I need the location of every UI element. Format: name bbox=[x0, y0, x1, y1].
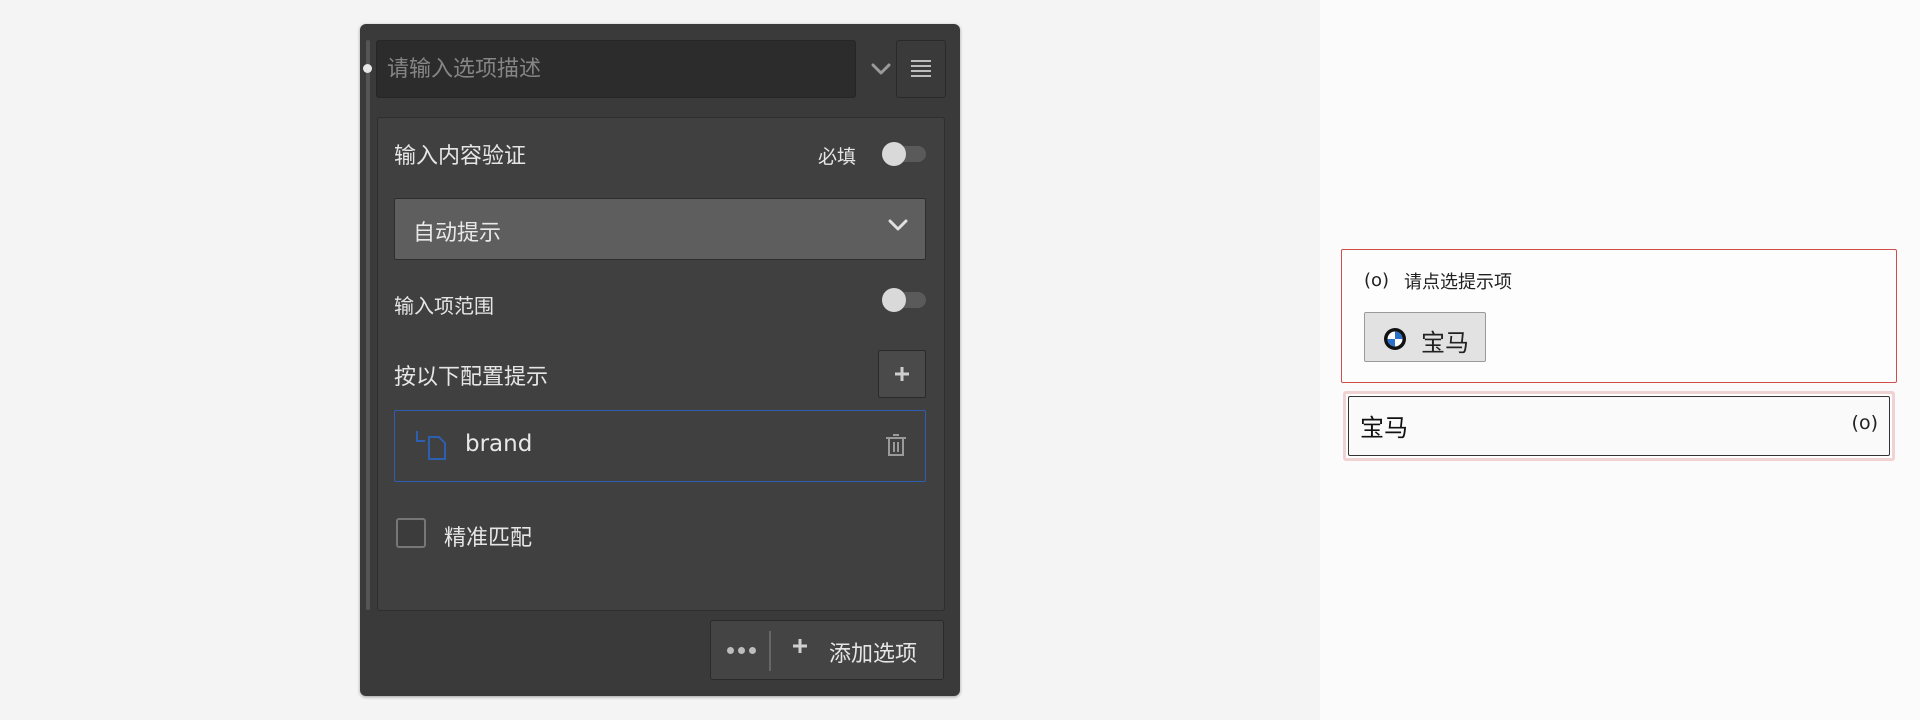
field-tree-icon bbox=[413, 429, 449, 465]
radio-hint-icon[interactable]: (o) bbox=[1852, 412, 1878, 434]
option-menu-button[interactable] bbox=[896, 40, 946, 98]
answer-field[interactable]: 宝马 (o) bbox=[1343, 391, 1895, 461]
add-option-button[interactable]: 添加选项 bbox=[710, 620, 944, 680]
rail-handle-dot[interactable] bbox=[363, 64, 372, 73]
menu-lines-icon bbox=[911, 60, 931, 77]
answer-input-frame bbox=[1348, 396, 1890, 456]
chip-label: 宝马 bbox=[1421, 329, 1469, 357]
plus-icon bbox=[791, 637, 809, 659]
chevron-down-icon[interactable] bbox=[866, 54, 896, 84]
answer-value: 宝马 bbox=[1360, 414, 1408, 442]
input-range-label: 输入项范围 bbox=[394, 294, 494, 318]
plus-icon bbox=[895, 367, 909, 381]
hint-chip[interactable]: 宝马 bbox=[1364, 312, 1486, 362]
required-toggle[interactable] bbox=[882, 142, 926, 166]
hint-field-row[interactable]: brand bbox=[394, 410, 926, 482]
chevron-down-icon bbox=[887, 217, 909, 236]
input-range-toggle[interactable] bbox=[882, 288, 926, 312]
radio-hint-icon: (o) bbox=[1364, 270, 1390, 291]
validation-config-box: 输入内容验证 必填 自动提示 输入项范围 按以下配置提示 brand 精准匹配 bbox=[377, 117, 945, 611]
button-divider bbox=[769, 631, 771, 671]
trash-icon[interactable] bbox=[885, 433, 907, 461]
field-name: brand bbox=[465, 431, 533, 457]
option-editor-panel: 输入内容验证 必填 自动提示 输入项范围 按以下配置提示 bbox=[360, 24, 960, 696]
option-description-input[interactable] bbox=[376, 40, 856, 98]
add-hint-field-button[interactable] bbox=[878, 350, 926, 398]
exact-match-checkbox[interactable] bbox=[396, 518, 426, 548]
exact-match-label: 精准匹配 bbox=[444, 526, 533, 551]
hint-text: 请点选提示项 bbox=[1404, 272, 1512, 293]
toggle-knob bbox=[882, 288, 906, 312]
bmw-logo-icon bbox=[1383, 327, 1407, 355]
validation-label: 输入内容验证 bbox=[394, 144, 527, 169]
more-dots-icon[interactable] bbox=[723, 635, 759, 665]
add-option-label: 添加选项 bbox=[829, 642, 918, 667]
option-drag-rail[interactable] bbox=[366, 40, 370, 610]
hint-mode-value: 自动提示 bbox=[413, 221, 502, 246]
toggle-knob bbox=[882, 142, 906, 166]
required-label: 必填 bbox=[818, 146, 857, 168]
hint-preview-card: (o) 请点选提示项 宝马 bbox=[1341, 249, 1897, 383]
config-hint-label: 按以下配置提示 bbox=[394, 365, 549, 390]
hint-mode-select[interactable]: 自动提示 bbox=[394, 198, 926, 260]
